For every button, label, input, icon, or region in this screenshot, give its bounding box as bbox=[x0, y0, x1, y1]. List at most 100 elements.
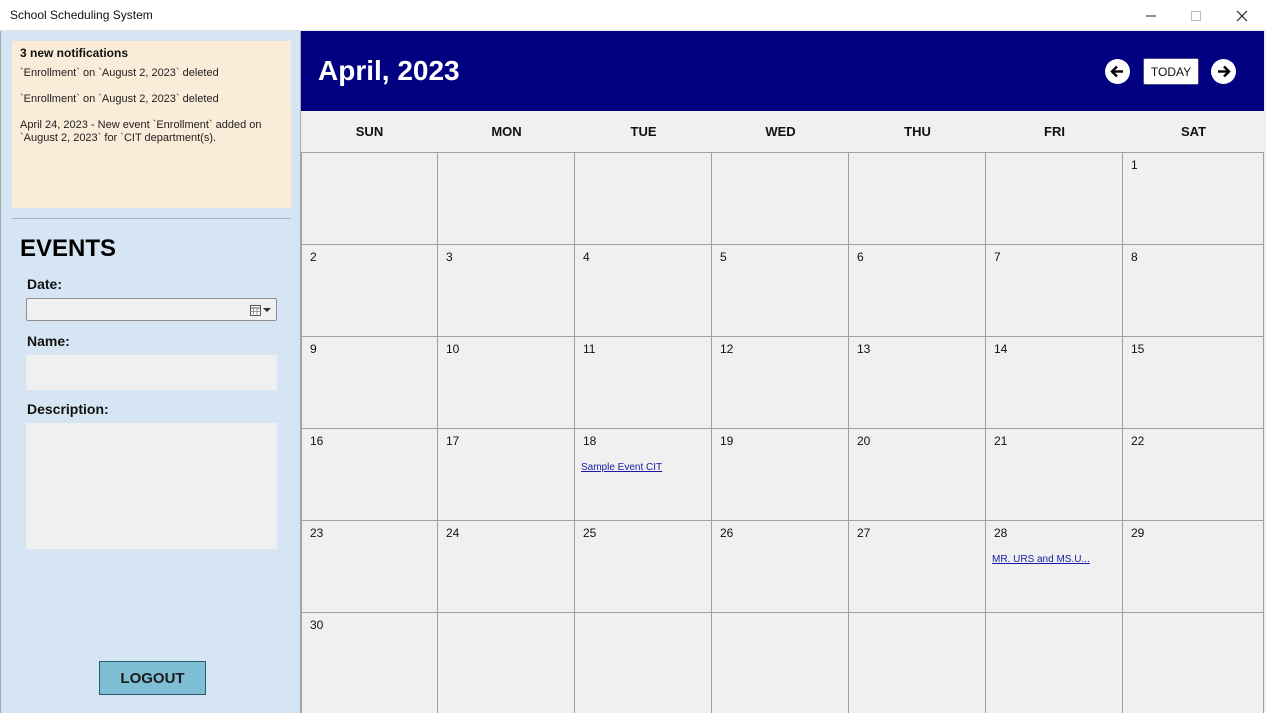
day-cell-26[interactable]: 26 bbox=[712, 521, 849, 613]
calendar-header: April, 2023 TODAY bbox=[301, 31, 1264, 111]
day-cell-6[interactable]: 6 bbox=[849, 245, 986, 337]
day-cell-11[interactable]: 11 bbox=[575, 337, 712, 429]
events-heading: EVENTS bbox=[20, 235, 117, 262]
sidebar-divider bbox=[12, 218, 291, 219]
name-label: Name: bbox=[27, 333, 70, 349]
day-number: 7 bbox=[994, 250, 1001, 264]
maximize-button[interactable] bbox=[1173, 0, 1219, 31]
day-number: 29 bbox=[1131, 526, 1145, 540]
day-cell-empty[interactable] bbox=[986, 613, 1123, 713]
day-cell-empty[interactable] bbox=[438, 153, 575, 245]
day-cell-empty[interactable] bbox=[301, 153, 438, 245]
notifications-panel: 3 new notifications `Enrollment` on `Aug… bbox=[12, 41, 291, 208]
day-cell-5[interactable]: 5 bbox=[712, 245, 849, 337]
event-link[interactable]: MR. URS and MS.U... bbox=[992, 554, 1090, 565]
day-number: 28 bbox=[994, 526, 1008, 540]
minimize-icon bbox=[1146, 15, 1156, 16]
day-cell-7[interactable]: 7 bbox=[986, 245, 1123, 337]
day-cell-12[interactable]: 12 bbox=[712, 337, 849, 429]
day-cell-18[interactable]: 18 Sample Event CIT bbox=[575, 429, 712, 521]
day-number: 18 bbox=[583, 434, 597, 448]
title-bar: School Scheduling System bbox=[0, 0, 1266, 31]
day-cell-10[interactable]: 10 bbox=[438, 337, 575, 429]
sidebar: 3 new notifications `Enrollment` on `Aug… bbox=[0, 31, 301, 713]
day-number: 30 bbox=[310, 618, 324, 632]
day-cell-empty[interactable] bbox=[575, 613, 712, 713]
day-cell-19[interactable]: 19 bbox=[712, 429, 849, 521]
weekday-sat: SAT bbox=[1180, 124, 1207, 139]
description-input[interactable] bbox=[26, 423, 277, 549]
maximize-icon bbox=[1191, 10, 1201, 21]
logout-button[interactable]: LOGOUT bbox=[99, 661, 206, 695]
day-cell-empty[interactable] bbox=[575, 153, 712, 245]
day-number: 22 bbox=[1131, 434, 1145, 448]
day-number: 1 bbox=[1131, 158, 1138, 172]
weekday-mon: MON bbox=[491, 124, 522, 139]
day-cell-21[interactable]: 21 bbox=[986, 429, 1123, 521]
day-cell-16[interactable]: 16 bbox=[301, 429, 438, 521]
day-number: 11 bbox=[583, 342, 596, 356]
today-button[interactable]: TODAY bbox=[1143, 58, 1199, 85]
day-number: 14 bbox=[994, 342, 1008, 356]
date-picker[interactable] bbox=[26, 298, 277, 321]
weekday-wed: WED bbox=[765, 124, 796, 139]
day-cell-empty[interactable] bbox=[438, 613, 575, 713]
month-title: April, 2023 bbox=[318, 55, 460, 86]
weekday-sun: SUN bbox=[355, 124, 384, 139]
day-number: 4 bbox=[583, 250, 590, 264]
minimize-button[interactable] bbox=[1128, 0, 1174, 31]
day-cell-empty[interactable] bbox=[986, 153, 1123, 245]
day-cell-13[interactable]: 13 bbox=[849, 337, 986, 429]
day-cell-22[interactable]: 22 bbox=[1123, 429, 1264, 521]
weekday-header: SUN MON TUE WED THU FRI SAT bbox=[301, 111, 1264, 153]
window-title: School Scheduling System bbox=[10, 8, 153, 22]
day-cell-empty[interactable] bbox=[712, 153, 849, 245]
day-cell-20[interactable]: 20 bbox=[849, 429, 986, 521]
day-cell-empty[interactable] bbox=[849, 153, 986, 245]
day-cell-23[interactable]: 23 bbox=[301, 521, 438, 613]
day-number: 19 bbox=[720, 434, 734, 448]
day-cell-1[interactable]: 1 bbox=[1123, 153, 1264, 245]
chevron-down-icon bbox=[263, 308, 271, 312]
day-number: 5 bbox=[720, 250, 727, 264]
weekday-fri: FRI bbox=[1044, 124, 1065, 139]
weekday-tue: TUE bbox=[630, 124, 657, 139]
day-cell-empty[interactable] bbox=[1123, 613, 1264, 713]
day-cell-25[interactable]: 25 bbox=[575, 521, 712, 613]
day-number: 3 bbox=[446, 250, 453, 264]
day-number: 27 bbox=[857, 526, 871, 540]
day-cell-2[interactable]: 2 bbox=[301, 245, 438, 337]
day-cell-28[interactable]: 28 MR. URS and MS.U... bbox=[986, 521, 1123, 613]
day-cell-4[interactable]: 4 bbox=[575, 245, 712, 337]
close-button[interactable] bbox=[1219, 0, 1265, 31]
previous-month-button[interactable] bbox=[1105, 59, 1130, 84]
day-cell-14[interactable]: 14 bbox=[986, 337, 1123, 429]
description-label: Description: bbox=[27, 401, 109, 417]
day-cell-15[interactable]: 15 bbox=[1123, 337, 1264, 429]
day-cell-empty[interactable] bbox=[849, 613, 986, 713]
day-cell-24[interactable]: 24 bbox=[438, 521, 575, 613]
day-number: 15 bbox=[1131, 342, 1145, 356]
day-cell-3[interactable]: 3 bbox=[438, 245, 575, 337]
day-number: 9 bbox=[310, 342, 317, 356]
day-cell-29[interactable]: 29 bbox=[1123, 521, 1264, 613]
day-cell-8[interactable]: 8 bbox=[1123, 245, 1264, 337]
day-number: 13 bbox=[857, 342, 871, 356]
event-link[interactable]: Sample Event CIT bbox=[581, 462, 662, 473]
day-number: 24 bbox=[446, 526, 460, 540]
name-input[interactable] bbox=[26, 355, 277, 390]
close-icon bbox=[1236, 10, 1248, 21]
calendar-grid: 1 2 3 4 5 6 7 8 9 10 11 12 13 14 15 16 17 18 Sample Event … bbox=[301, 152, 1264, 713]
calendar-icon bbox=[250, 304, 261, 316]
day-number: 8 bbox=[1131, 250, 1138, 264]
day-cell-30[interactable]: 30 bbox=[301, 613, 438, 713]
arrow-right-icon bbox=[1218, 65, 1231, 78]
day-number: 21 bbox=[994, 434, 1008, 448]
next-month-button[interactable] bbox=[1211, 59, 1236, 84]
day-number: 26 bbox=[720, 526, 734, 540]
day-cell-17[interactable]: 17 bbox=[438, 429, 575, 521]
day-cell-empty[interactable] bbox=[712, 613, 849, 713]
day-cell-27[interactable]: 27 bbox=[849, 521, 986, 613]
day-cell-9[interactable]: 9 bbox=[301, 337, 438, 429]
date-dropdown-button[interactable] bbox=[250, 303, 272, 317]
